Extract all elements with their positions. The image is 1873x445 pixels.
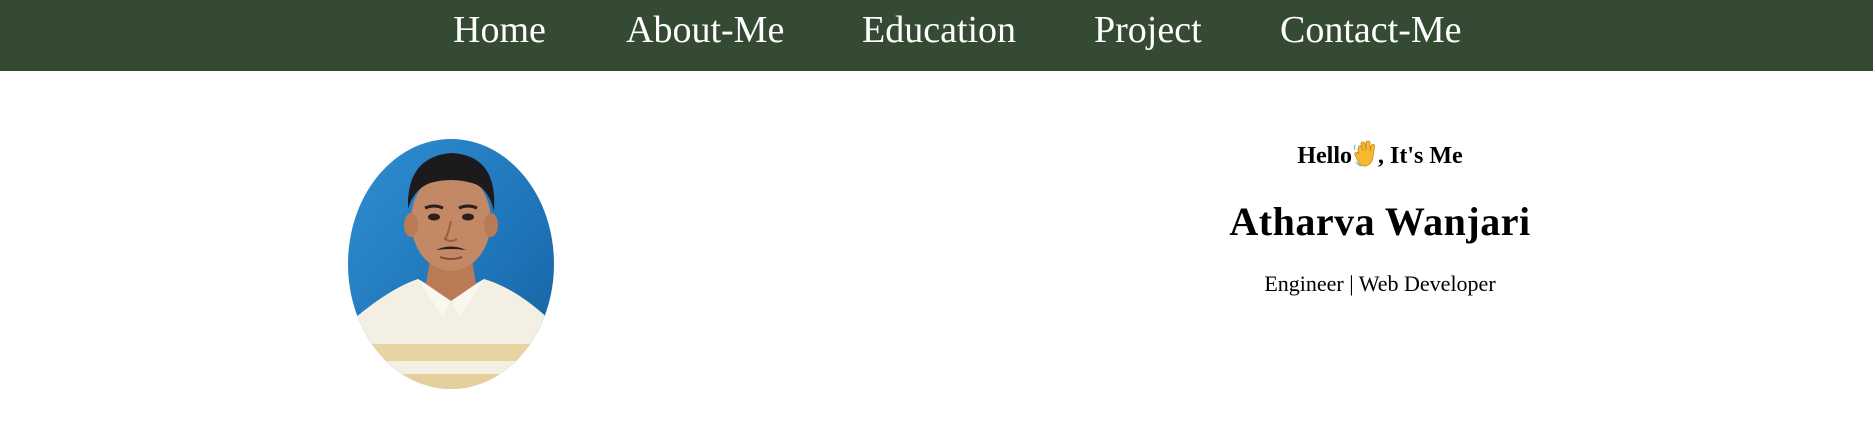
nav-item-contact-me[interactable]: Contact-Me	[1280, 6, 1462, 54]
greeting-hello: Hello	[1297, 143, 1352, 169]
person-tagline: Engineer | Web Developer	[1264, 271, 1496, 296]
nav-item-education[interactable]: Education	[862, 6, 1016, 54]
waving-hand-icon	[1353, 140, 1377, 168]
nav-item-home[interactable]: Home	[453, 6, 546, 54]
greeting-text: Hello , It's Me	[1180, 138, 1580, 174]
nav-item-about-me[interactable]: About-Me	[626, 6, 784, 54]
person-name: Atharva Wanjari	[1229, 199, 1531, 244]
profile-photo	[348, 139, 554, 389]
nav-item-project[interactable]: Project	[1094, 6, 1202, 54]
profile-photo-image	[348, 139, 554, 389]
nav-menu: Home About-Me Education Project Contact-…	[0, 0, 1873, 71]
top-navbar: Home About-Me Education Project Contact-…	[0, 0, 1873, 71]
greeting-its-me: , It's Me	[1378, 143, 1463, 169]
